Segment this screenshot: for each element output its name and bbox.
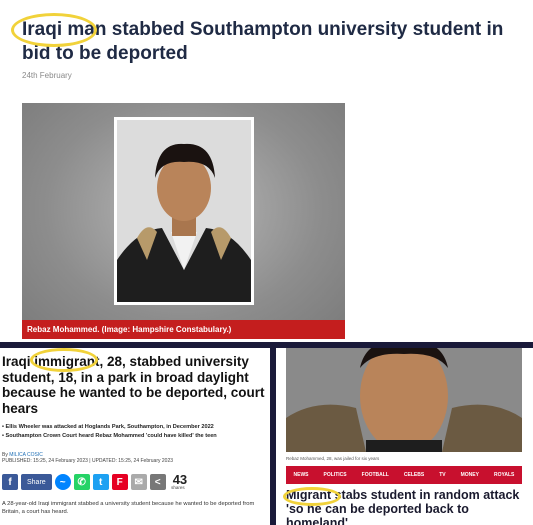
- flipboard-icon[interactable]: F: [111, 474, 128, 490]
- highlight-circle: [30, 348, 98, 372]
- nav-item-royals[interactable]: ROYALS: [494, 472, 514, 478]
- bottom-left-article-panel: Iraqi immigrant, 28, stabbed university …: [0, 348, 270, 525]
- twitter-icon[interactable]: t: [92, 474, 109, 490]
- top-photo: Rebaz Mohammed. (Image: Hampshire Consta…: [22, 103, 345, 339]
- share-icon[interactable]: <: [149, 474, 166, 490]
- bullet-list: • Ellis Wheeler was attacked at Hoglands…: [2, 424, 268, 442]
- bullet-item: • Ellis Wheeler was attacked at Hoglands…: [2, 424, 214, 430]
- nav-item-tv[interactable]: TV: [439, 472, 445, 478]
- share-count: 43: [172, 472, 188, 487]
- byline: By MILICA COSIC PUBLISHED: 15:25, 24 Feb…: [2, 452, 173, 464]
- portrait-graphic: [117, 120, 251, 302]
- email-icon[interactable]: ✉: [130, 474, 147, 490]
- share-bar: f Share ~ ✆ t F ✉ < 43 shares: [2, 473, 187, 491]
- published-date: PUBLISHED: 15:25, 24 February 2023 | UPD…: [2, 458, 174, 464]
- nav-item-politics[interactable]: POLITICS: [324, 472, 347, 478]
- top-headline[interactable]: Iraqi man stabbed Southampton university…: [22, 18, 527, 66]
- bullet-text: Ellis Wheeler was attacked at Hoglands P…: [5, 424, 214, 430]
- whatsapp-icon[interactable]: ✆: [73, 474, 90, 490]
- top-article-panel: Iraqi man stabbed Southampton university…: [0, 0, 533, 342]
- right-photo: [286, 348, 522, 452]
- messenger-icon[interactable]: ~: [54, 474, 71, 490]
- shares-label: shares: [171, 485, 185, 490]
- nav-item-football[interactable]: FOOTBALL: [362, 472, 389, 478]
- facebook-icon[interactable]: f: [2, 474, 18, 490]
- share-count-block: 43 shares: [169, 472, 188, 490]
- share-button[interactable]: Share: [21, 474, 52, 490]
- bullet-text: Southampton Crown Court heard Rebaz Moha…: [5, 433, 217, 439]
- nav-item-news[interactable]: NEWS: [294, 472, 309, 478]
- highlight-circle: [11, 13, 97, 47]
- nav-item-money[interactable]: MONEY: [461, 472, 479, 478]
- bullet-item: • Southampton Crown Court heard Rebaz Mo…: [2, 433, 217, 439]
- right-photo-caption: Rebaz Mohammed, 28, was jailed for six y…: [286, 456, 380, 461]
- top-photo-caption: Rebaz Mohammed. (Image: Hampshire Consta…: [22, 320, 345, 339]
- highlight-circle: [283, 487, 341, 506]
- nav-bar: NEWS POLITICS FOOTBALL CELEBS TV MONEY R…: [286, 466, 522, 484]
- top-date: 24th February: [22, 71, 72, 80]
- article-body: A 28-year-old Iraqi immigrant stabbed a …: [2, 501, 255, 515]
- portrait-graphic: [286, 348, 522, 452]
- nav-item-celebs[interactable]: CELEBS: [404, 472, 424, 478]
- mugshot-image: [114, 117, 254, 305]
